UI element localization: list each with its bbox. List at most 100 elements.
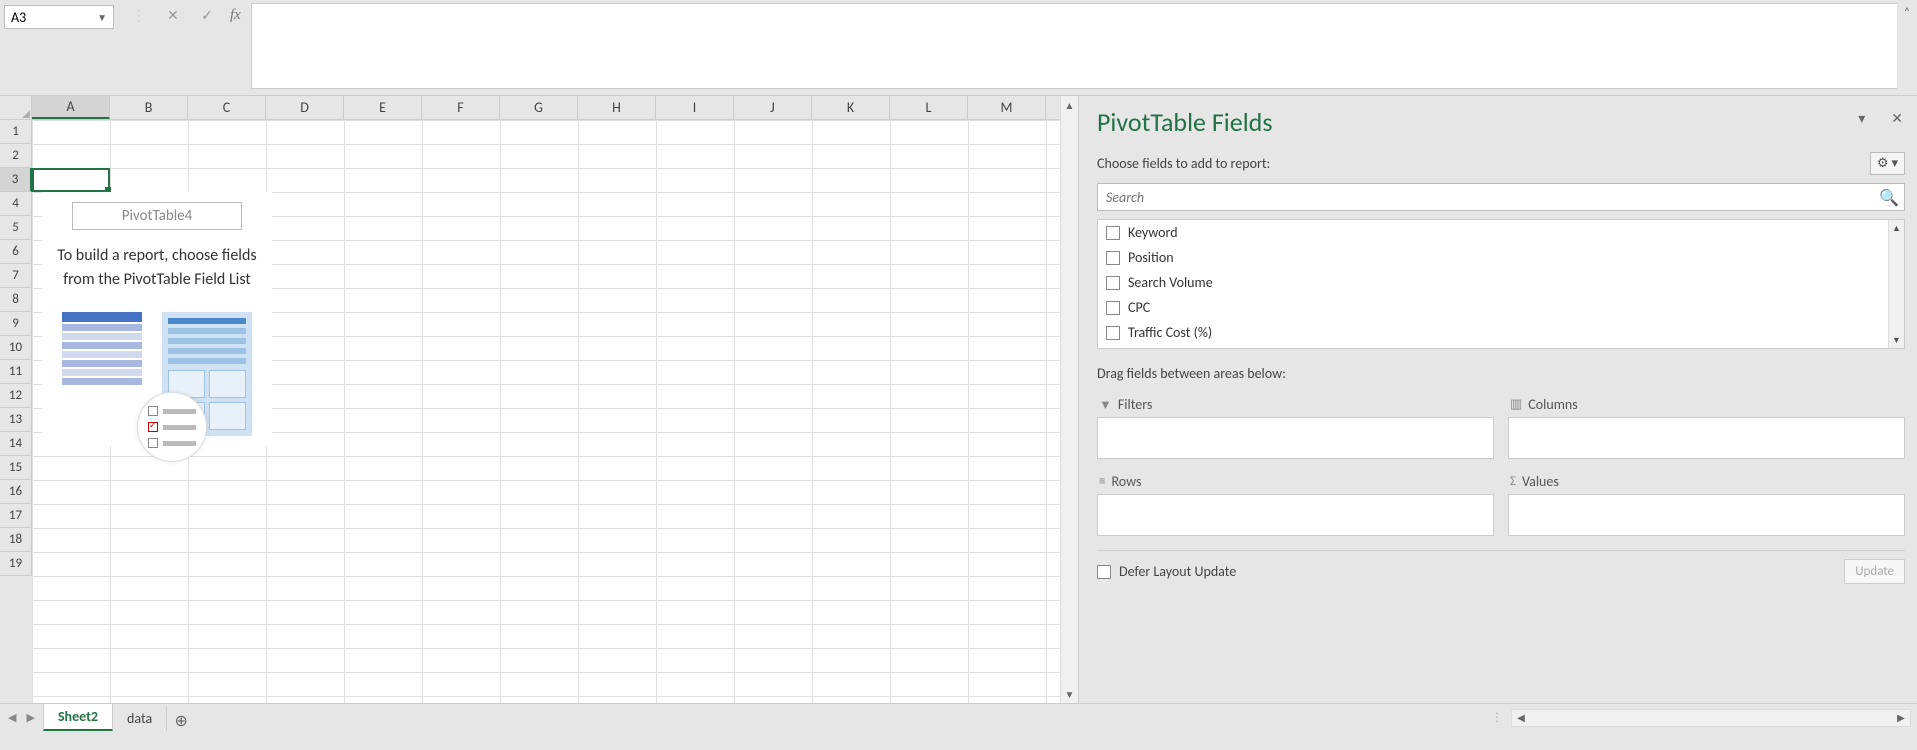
column-header[interactable]: F: [422, 96, 500, 119]
column-header[interactable]: M: [968, 96, 1046, 119]
row-header[interactable]: 4: [0, 192, 32, 216]
row-header[interactable]: 1: [0, 120, 32, 144]
scroll-track[interactable]: [1061, 114, 1078, 685]
rows-dropzone[interactable]: [1097, 494, 1494, 536]
filters-dropzone[interactable]: [1097, 417, 1494, 459]
update-button[interactable]: Update: [1844, 559, 1905, 584]
scroll-right-icon[interactable]: ▶: [1892, 711, 1910, 724]
field-item[interactable]: CPC: [1098, 295, 1888, 320]
column-header[interactable]: I: [656, 96, 734, 119]
name-box-value: A3: [11, 9, 26, 26]
sigma-icon: Σ: [1510, 474, 1516, 489]
row-header[interactable]: 17: [0, 504, 32, 528]
row-header[interactable]: 6: [0, 240, 32, 264]
split-handle-icon[interactable]: ⋮: [1491, 710, 1503, 725]
horizontal-scrollbar[interactable]: ◀ ▶: [1511, 709, 1911, 727]
defer-layout-checkbox[interactable]: Defer Layout Update: [1097, 563, 1236, 580]
cancel-icon[interactable]: ✕: [162, 5, 184, 27]
column-header[interactable]: L: [890, 96, 968, 119]
pane-title: PivotTable Fields: [1097, 106, 1905, 138]
checkbox[interactable]: [1097, 565, 1111, 579]
row-header[interactable]: 13: [0, 408, 32, 432]
column-header[interactable]: E: [344, 96, 422, 119]
prev-sheet-icon[interactable]: ◀: [8, 711, 16, 724]
field-label: Keyword: [1128, 224, 1178, 241]
field-item[interactable]: Keyword: [1098, 220, 1888, 245]
row-header[interactable]: 16: [0, 480, 32, 504]
scroll-down-icon[interactable]: ▼: [1889, 332, 1904, 348]
sheet-tab[interactable]: data: [113, 706, 167, 731]
column-header[interactable]: H: [578, 96, 656, 119]
cell-grid[interactable]: PivotTable4 To build a report, choose fi…: [32, 120, 1060, 703]
field-list-scrollbar[interactable]: ▲ ▼: [1888, 220, 1904, 348]
column-header[interactable]: J: [734, 96, 812, 119]
checkbox[interactable]: [1106, 326, 1120, 340]
row-header[interactable]: 11: [0, 360, 32, 384]
sheet-tab-bar: ◀ ▶ Sheet2 data ⊕ ⋮ ◀ ▶: [0, 703, 1917, 731]
column-header[interactable]: D: [266, 96, 344, 119]
row-header[interactable]: 2: [0, 144, 32, 168]
active-cell[interactable]: [32, 168, 110, 192]
pivot-instruction: To build a report, choose fields from th…: [42, 244, 272, 304]
row-header[interactable]: 9: [0, 312, 32, 336]
scroll-up-icon[interactable]: ▲: [1889, 220, 1904, 236]
row-header[interactable]: 15: [0, 456, 32, 480]
scroll-left-icon[interactable]: ◀: [1512, 711, 1530, 724]
drag-areas-label: Drag fields between areas below:: [1097, 365, 1905, 382]
filters-area[interactable]: ▼Filters: [1097, 392, 1494, 459]
values-dropzone[interactable]: [1508, 494, 1905, 536]
vertical-scrollbar[interactable]: ▲ ▼: [1060, 96, 1078, 703]
row-header[interactable]: 14: [0, 432, 32, 456]
search-icon[interactable]: 🔍: [1879, 188, 1899, 208]
formula-input[interactable]: [251, 3, 1897, 89]
magnifier-illustration: [137, 392, 207, 462]
row-header[interactable]: 19: [0, 552, 32, 576]
new-sheet-button[interactable]: ⊕: [167, 711, 195, 731]
columns-dropzone[interactable]: [1508, 417, 1905, 459]
row-header[interactable]: 7: [0, 264, 32, 288]
next-sheet-icon[interactable]: ▶: [26, 711, 34, 724]
close-icon[interactable]: ✕: [1891, 110, 1903, 127]
enter-icon[interactable]: ✓: [196, 5, 218, 27]
sheet-tab[interactable]: Sheet2: [43, 703, 113, 731]
chevron-down-icon[interactable]: ▼: [97, 11, 107, 24]
column-header[interactable]: A: [32, 96, 110, 119]
formula-controls: ⋮ ✕ ✓ fx: [128, 0, 241, 28]
columns-area[interactable]: ▥Columns: [1508, 392, 1905, 459]
row-headers: 1 2 3 4 5 6 7 8 9 10 11 12 13 14 15 16 1…: [0, 120, 32, 703]
field-label: Traffic Cost (%): [1128, 324, 1212, 341]
row-header[interactable]: 10: [0, 336, 32, 360]
row-header[interactable]: 12: [0, 384, 32, 408]
choose-fields-label: Choose fields to add to report:: [1097, 155, 1270, 172]
tab-nav[interactable]: ◀ ▶: [0, 704, 43, 731]
checkbox[interactable]: [1106, 251, 1120, 265]
select-all-corner[interactable]: [0, 96, 32, 120]
tools-button[interactable]: ⚙▾: [1870, 152, 1905, 175]
scroll-down-icon[interactable]: ▼: [1061, 685, 1078, 703]
checkbox[interactable]: [1106, 276, 1120, 290]
row-header[interactable]: 8: [0, 288, 32, 312]
values-area[interactable]: ΣValues: [1508, 469, 1905, 536]
checkbox[interactable]: [1106, 301, 1120, 315]
formula-bar-area: A3 ▼ ⋮ ✕ ✓ fx ˄: [0, 0, 1917, 96]
name-box[interactable]: A3 ▼: [4, 5, 114, 29]
field-item[interactable]: Traffic Cost (%): [1098, 320, 1888, 345]
field-list: Keyword Position Search Volume CPC Traff…: [1097, 219, 1905, 349]
row-header[interactable]: 3: [0, 168, 32, 192]
field-item[interactable]: Position: [1098, 245, 1888, 270]
search-input[interactable]: [1097, 183, 1905, 211]
column-header[interactable]: G: [500, 96, 578, 119]
scroll-up-icon[interactable]: ▲: [1061, 96, 1078, 114]
column-header[interactable]: B: [110, 96, 188, 119]
field-item[interactable]: Search Volume: [1098, 270, 1888, 295]
row-header[interactable]: 5: [0, 216, 32, 240]
rows-area[interactable]: ≡Rows: [1097, 469, 1494, 536]
columns-icon: ▥: [1510, 397, 1522, 412]
collapse-ribbon-icon[interactable]: ˄: [1897, 0, 1917, 20]
column-header[interactable]: C: [188, 96, 266, 119]
checkbox[interactable]: [1106, 226, 1120, 240]
column-header[interactable]: K: [812, 96, 890, 119]
fx-icon[interactable]: fx: [230, 7, 241, 24]
pane-options-icon[interactable]: ▾: [1858, 110, 1865, 127]
row-header[interactable]: 18: [0, 528, 32, 552]
